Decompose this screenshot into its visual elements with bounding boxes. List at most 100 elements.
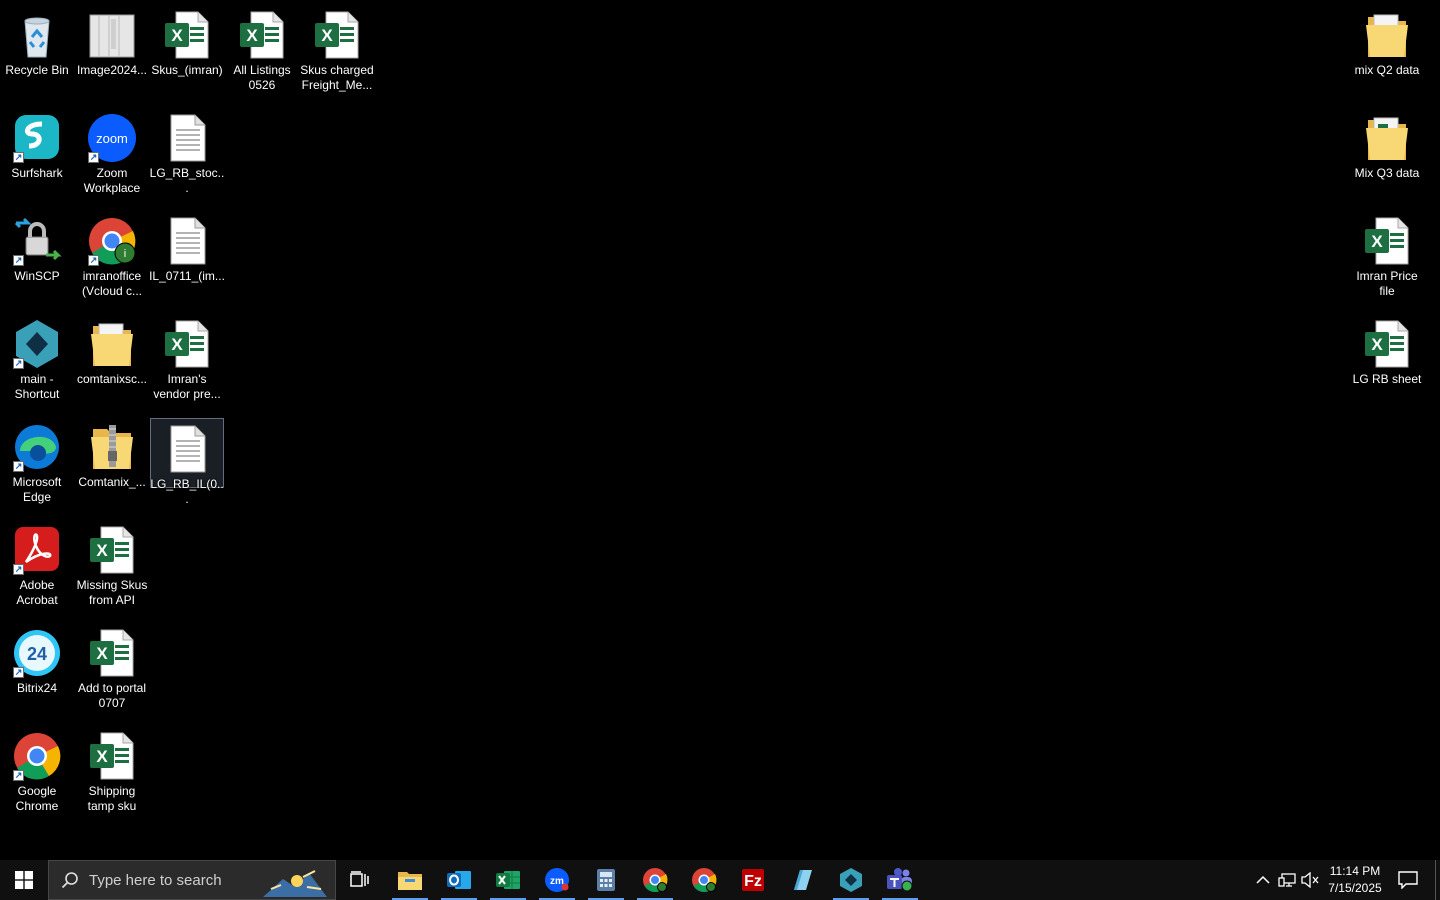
taskbar-search-box[interactable]: Type here to search <box>48 860 336 900</box>
desktop-icon-lg-rb-sheet[interactable]: X LG RB sheet <box>1350 313 1424 413</box>
network-icon <box>1278 873 1296 887</box>
desktop-icon-image2024[interactable]: Image2024... <box>75 4 149 104</box>
desktop-icon-shipping-tamp-sku[interactable]: X Shipping tamp sku <box>75 725 149 825</box>
volume-button[interactable] <box>1299 860 1321 900</box>
svg-text:X: X <box>321 26 333 45</box>
icon-label: Shipping tamp sku <box>87 784 137 813</box>
desktop-icon-adobe-acrobat[interactable]: ↗ Adobe Acrobat <box>0 519 74 619</box>
icon-label: comtanixsc... <box>76 372 148 386</box>
volume-muted-icon <box>1301 872 1319 888</box>
edge-icon: ↗ <box>12 421 62 473</box>
icon-label: LG_RB_IL(0... <box>150 477 224 506</box>
teams-icon <box>887 868 913 892</box>
search-highlight-icon <box>263 870 327 897</box>
notification-center-button[interactable] <box>1392 860 1424 900</box>
show-hidden-icons-button[interactable] <box>1252 860 1274 900</box>
icon-label: Recycle Bin <box>5 63 69 77</box>
taskbar-teams[interactable] <box>878 860 922 900</box>
desktop-icon-imran-price-file[interactable]: X Imran Price file <box>1350 210 1424 310</box>
desktop-icon-winscp[interactable]: ↗ WinSCP <box>0 210 74 310</box>
icon-label: LG_RB_stoc... <box>149 166 225 195</box>
desktop-icon-imrans-vendor[interactable]: X Imran's vendor pre... <box>150 313 224 413</box>
icon-label: LG RB sheet <box>1352 372 1422 386</box>
task-view-button[interactable] <box>340 860 380 900</box>
svg-text:X: X <box>96 747 108 766</box>
desktop-icon-main-shortcut[interactable]: ↗ main - Shortcut <box>0 313 74 413</box>
desktop-icon-comtanixsc[interactable]: comtanixsc... <box>75 313 149 413</box>
taskbar-file-explorer[interactable] <box>388 860 432 900</box>
desktop-icon-missing-skus[interactable]: X Missing Skus from API <box>75 519 149 619</box>
icon-label: Missing Skus from API <box>76 578 148 607</box>
taskbar-outlook[interactable] <box>437 860 481 900</box>
zip-folder-icon <box>87 421 137 473</box>
excel-file-icon: X <box>162 9 212 61</box>
folder-icon <box>1362 112 1412 164</box>
desktop-icon-lg-rb-il[interactable]: LG_RB_IL(0... <box>150 418 224 506</box>
desktop-icon-bitrix24[interactable]: 24 ↗ Bitrix24 <box>0 622 74 722</box>
excel-file-icon: X <box>87 627 137 679</box>
desktop-icon-google-chrome[interactable]: ↗ Google Chrome <box>0 725 74 825</box>
desktop-icon-il-0711[interactable]: IL_0711_(im... <box>149 210 225 310</box>
desktop-icon-all-listings[interactable]: X All Listings 0526 <box>225 4 299 104</box>
surfshark-icon: ↗ <box>12 112 62 164</box>
acrobat-icon: ↗ <box>12 524 62 576</box>
bitrix24-icon: 24 ↗ <box>12 627 62 679</box>
desktop-icon-comtanix-zip[interactable]: Comtanix_... <box>75 416 149 516</box>
taskbar-excel[interactable] <box>486 860 530 900</box>
icon-label: Skus_(imran) <box>151 63 223 77</box>
chrome-profile-icon: i ↗ <box>87 215 137 267</box>
desktop-icon-recycle-bin[interactable]: Recycle Bin <box>0 4 74 104</box>
excel-file-icon: X <box>162 318 212 370</box>
start-button[interactable] <box>0 860 48 900</box>
taskbar-notepad[interactable] <box>780 860 824 900</box>
desktop-icon-mix-q2-data[interactable]: mix Q2 data <box>1350 4 1424 104</box>
folder-icon <box>87 318 137 370</box>
shortcut-arrow-icon: ↗ <box>88 152 99 163</box>
folder-icon <box>1362 9 1412 61</box>
taskbar-calculator[interactable] <box>584 860 628 900</box>
taskbar-chrome[interactable] <box>633 860 677 900</box>
network-button[interactable] <box>1276 860 1298 900</box>
clock-button[interactable]: 11:14 PM 7/15/2025 <box>1324 860 1386 900</box>
svg-text:X: X <box>96 644 108 663</box>
desktop-icon-mix-q3-data[interactable]: Mix Q3 data <box>1350 107 1424 207</box>
desktop-icon-add-to-portal[interactable]: X Add to portal 0707 <box>75 622 149 722</box>
desktop-icon-skus-imran[interactable]: X Skus_(imran) <box>150 4 224 104</box>
desktop-icon-imranoffice[interactable]: i ↗ imranoffice (Vcloud c... <box>75 210 149 310</box>
desktop-icon-lg-rb-stock[interactable]: LG_RB_stoc... <box>150 107 224 207</box>
icon-label: Adobe Acrobat <box>16 578 58 607</box>
desktop-icon-zoom-workplace[interactable]: zoom ↗ Zoom Workplace <box>75 107 149 207</box>
icon-label: Comtanix_... <box>78 475 146 489</box>
zoom-icon: zoom ↗ <box>87 112 137 164</box>
shortcut-arrow-icon: ↗ <box>13 358 24 369</box>
icon-label: Mix Q3 data <box>1354 166 1420 180</box>
text-file-icon <box>162 215 212 267</box>
shortcut-arrow-icon: ↗ <box>13 255 24 266</box>
icon-label: Zoom Workplace <box>83 166 141 195</box>
excel-file-icon: X <box>87 524 137 576</box>
show-desktop-button[interactable] <box>1435 860 1440 900</box>
taskbar-zoom[interactable]: zm <box>535 860 579 900</box>
taskbar-chrome-profile[interactable] <box>682 860 726 900</box>
recycle-bin-icon <box>12 9 62 61</box>
taskbar-app-shortcut[interactable] <box>829 860 873 900</box>
calculator-icon <box>597 869 615 891</box>
icon-label: IL_0711_(im... <box>149 269 225 283</box>
taskbar-filezilla[interactable]: Fz <box>731 860 775 900</box>
icon-label: imranoffice (Vcloud c... <box>81 269 143 298</box>
icon-label: mix Q2 data <box>1354 63 1420 77</box>
svg-text:X: X <box>1371 335 1383 354</box>
icon-label: Image2024... <box>76 63 148 77</box>
desktop-icon-microsoft-edge[interactable]: ↗ Microsoft Edge <box>0 416 74 516</box>
zoom-icon: zm <box>545 868 569 892</box>
filezilla-icon: Fz <box>742 869 764 891</box>
desktop-icon-skus-charged-freight[interactable]: X Skus charged Freight_Me... <box>300 4 374 104</box>
desktop-icon-surfshark[interactable]: ↗ Surfshark <box>0 107 74 207</box>
shortcut-arrow-icon: ↗ <box>88 255 99 266</box>
excel-file-icon: X <box>1362 318 1412 370</box>
notepad-icon <box>794 870 812 890</box>
search-icon <box>61 872 78 889</box>
icon-label: Google Chrome <box>15 784 59 813</box>
svg-text:i: i <box>124 248 126 260</box>
svg-text:X: X <box>96 541 108 560</box>
